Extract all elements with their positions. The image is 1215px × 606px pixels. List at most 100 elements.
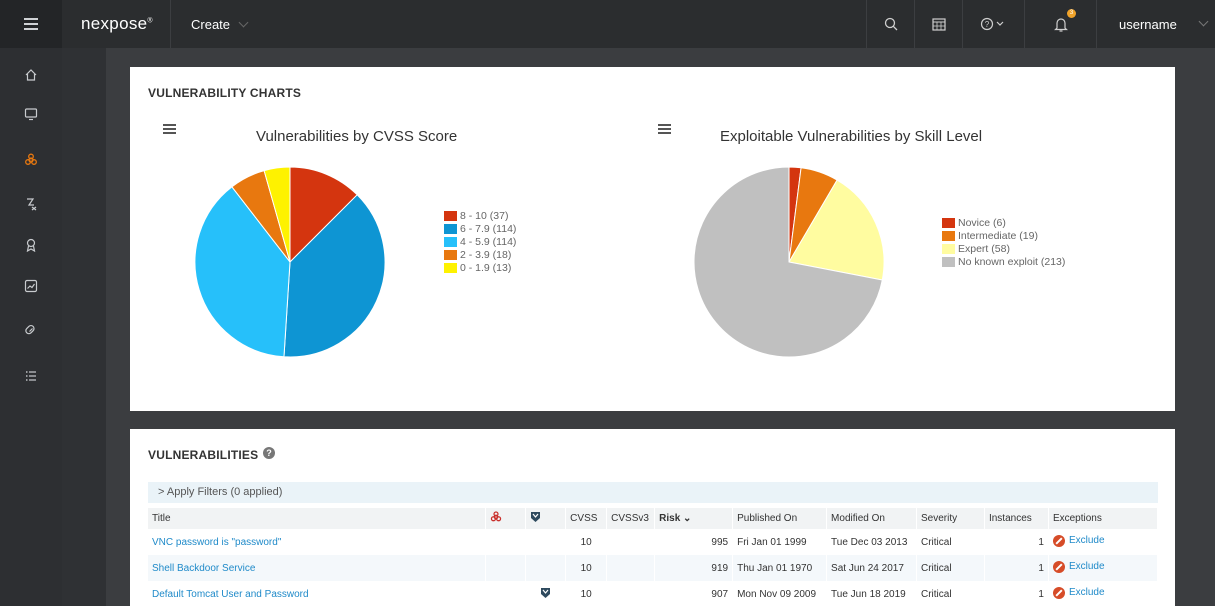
column-header-malware[interactable]	[485, 508, 527, 529]
column-header-risk[interactable]: Risk ⌄	[654, 508, 734, 529]
legend-item[interactable]: 2 - 3.9 (18)	[444, 248, 516, 261]
vulnerability-link[interactable]: VNC password is "password"	[152, 537, 281, 548]
exclude-icon	[1052, 586, 1065, 599]
exploit-cell[interactable]	[525, 581, 567, 606]
column-header-cvss[interactable]: CVSS	[565, 508, 608, 529]
legend-item[interactable]: No known exploit (213)	[942, 255, 1065, 268]
chart-menu-icon[interactable]	[658, 128, 671, 130]
help-icon[interactable]: ?	[263, 447, 275, 459]
sidebar-item-policies[interactable]	[0, 194, 62, 214]
sidebar-gutter	[62, 48, 106, 606]
modified-date: Sat Jun 24 2017	[826, 555, 917, 581]
legend-swatch	[444, 249, 457, 260]
column-header-published[interactable]: Published On	[732, 508, 828, 529]
risk-value: 995	[654, 529, 734, 555]
legend-swatch	[444, 236, 457, 247]
sidebar-item-assets[interactable]	[0, 104, 62, 124]
cvss-value[interactable]: 10	[565, 529, 608, 555]
legend-swatch	[942, 230, 955, 241]
apply-filters-toggle[interactable]: > Apply Filters (0 applied)	[148, 482, 1158, 503]
search-icon	[884, 17, 897, 31]
top-bar: nexpose® Create ? 3 username	[0, 0, 1215, 48]
legend-item[interactable]: 4 - 5.9 (114)	[444, 235, 516, 248]
exploit-chart-title: Exploitable Vulnerabilities by Skill Lev…	[720, 128, 983, 145]
column-header-cvssv3[interactable]: CVSSv3	[606, 508, 656, 529]
risk-label: Risk	[659, 513, 681, 524]
column-header-exploit[interactable]	[525, 508, 567, 529]
sidebar-item-tags[interactable]	[0, 320, 62, 340]
nexpose-logo[interactable]: nexpose®	[81, 14, 153, 34]
exclude-link[interactable]: Exclude	[1069, 535, 1105, 546]
legend-label: 8 - 10 (37)	[460, 209, 509, 222]
instances-value: 1	[984, 581, 1049, 606]
cvss-value[interactable]: 10	[565, 555, 608, 581]
create-menu[interactable]: Create	[170, 0, 260, 48]
sort-desc-icon: ⌄	[683, 513, 692, 524]
column-header-modified[interactable]: Modified On	[826, 508, 917, 529]
cvssv3-cell	[606, 529, 656, 555]
legend-label: 0 - 1.9 (13)	[460, 261, 512, 274]
legend-swatch	[942, 256, 955, 267]
severity-value: Critical	[916, 555, 985, 581]
calendar-button[interactable]	[914, 0, 962, 48]
vulnerability-charts-panel: VULNERABILITY CHARTS Vulnerabilities by …	[130, 67, 1175, 411]
malware-cell	[485, 529, 527, 555]
exclude-action[interactable]: Exclude	[1048, 581, 1159, 606]
vulnerabilities-table: Title CVSS CVSSv3 Risk ⌄ Published On Mo…	[148, 508, 1159, 606]
vulnerabilities-section-title: VULNERABILITIES	[148, 448, 259, 462]
calendar-icon	[931, 18, 946, 31]
legend-item[interactable]: 8 - 10 (37)	[444, 209, 516, 222]
help-icon: ?	[980, 17, 1003, 31]
sidebar-item-vulnerabilities[interactable]	[0, 150, 62, 170]
legend-swatch	[444, 210, 457, 221]
table-row: Default Tomcat User and Password 10 907 …	[148, 581, 1159, 606]
exclude-link[interactable]: Exclude	[1069, 561, 1105, 572]
cvss-chart-legend: 8 - 10 (37) 6 - 7.9 (114) 4 - 5.9 (114) 2 -…	[444, 209, 516, 274]
column-header-title[interactable]: Title	[148, 508, 487, 529]
sidebar-item-awards[interactable]	[0, 235, 62, 255]
column-header-instances[interactable]: Instances	[984, 508, 1049, 529]
exploit-chart-legend: Novice (6) Intermediate (19) Expert (58) No…	[942, 216, 1065, 268]
legend-swatch	[444, 223, 457, 234]
chart-menu-icon[interactable]	[163, 128, 176, 130]
column-header-severity[interactable]: Severity	[916, 508, 985, 529]
legend-item[interactable]: 6 - 7.9 (114)	[444, 222, 516, 235]
notifications-button[interactable]: 3	[1024, 0, 1096, 48]
sidebar-item-administration[interactable]	[0, 366, 62, 386]
vulnerability-link[interactable]: Shell Backdoor Service	[152, 563, 255, 574]
help-menu-button[interactable]: ?	[962, 0, 1024, 48]
malware-cell	[485, 555, 527, 581]
instances-value: 1	[984, 529, 1049, 555]
exclude-action[interactable]: Exclude	[1048, 529, 1159, 555]
charts-section-title: VULNERABILITY CHARTS	[148, 86, 302, 100]
legend-item[interactable]: Intermediate (19)	[942, 229, 1065, 242]
hamburger-menu-icon[interactable]	[0, 0, 62, 48]
legend-item[interactable]: Novice (6)	[942, 216, 1065, 229]
user-menu[interactable]: username	[1096, 0, 1215, 48]
cvss-value[interactable]: 10	[565, 581, 608, 606]
legend-swatch	[942, 217, 955, 228]
instances-value: 1	[984, 555, 1049, 581]
sidebar-item-reports[interactable]	[0, 276, 62, 296]
reports-icon	[24, 279, 38, 293]
exclude-action[interactable]: Exclude	[1048, 555, 1159, 581]
malware-cell	[485, 581, 527, 606]
sidebar	[0, 48, 62, 606]
award-icon	[26, 238, 36, 252]
biohazard-icon	[25, 153, 37, 165]
column-header-exceptions[interactable]: Exceptions	[1048, 508, 1159, 529]
vulnerabilities-panel: VULNERABILITIES ? > Apply Filters (0 app…	[130, 429, 1175, 606]
sidebar-item-home[interactable]	[0, 65, 62, 85]
vulnerability-link[interactable]: Default Tomcat User and Password	[152, 589, 309, 600]
legend-label: Expert (58)	[958, 242, 1010, 255]
chevron-down-icon	[238, 17, 249, 27]
search-button[interactable]	[866, 0, 914, 48]
create-label: Create	[191, 16, 231, 32]
exploit-cell	[525, 529, 567, 555]
exclude-icon	[1052, 534, 1065, 547]
legend-item[interactable]: Expert (58)	[942, 242, 1065, 255]
legend-swatch	[942, 243, 955, 254]
legend-label: 6 - 7.9 (114)	[460, 222, 517, 235]
exclude-link[interactable]: Exclude	[1069, 587, 1105, 598]
legend-item[interactable]: 0 - 1.9 (13)	[444, 261, 516, 274]
